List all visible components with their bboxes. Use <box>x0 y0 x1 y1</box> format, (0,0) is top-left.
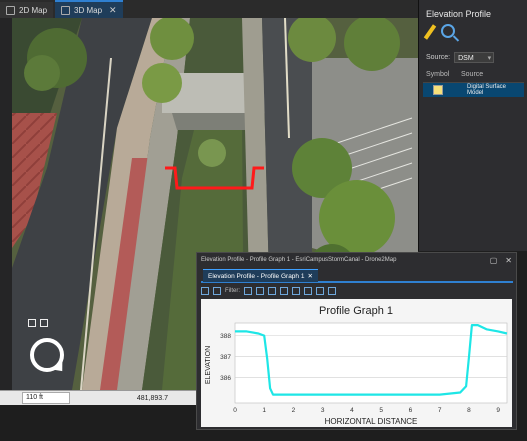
chart-title: Profile Graph 1 <box>319 305 393 317</box>
y-tick-label: 388 <box>220 333 231 340</box>
filter-label: Filter: <box>225 287 240 294</box>
source-label: Source: <box>426 54 451 61</box>
pan-icon[interactable] <box>28 319 36 327</box>
x-tick-label: 8 <box>467 407 471 414</box>
profile-graph-window: Elevation Profile - Profile Graph 1 - Es… <box>196 252 517 430</box>
plot-area <box>234 322 508 404</box>
source-name: Digital Surface Model <box>467 84 507 96</box>
restore-icon[interactable]: ▢ <box>490 256 498 265</box>
symbol-swatch <box>433 85 443 95</box>
tab-close-icon[interactable]: ✕ <box>307 272 312 280</box>
chart-ylabel: ELEVATION <box>205 346 212 384</box>
coordinate-readout: 481,893.7 <box>136 394 168 402</box>
profile-toolbar: Filter: <box>201 284 513 297</box>
tab-2d-map[interactable]: 2D Map <box>0 2 54 18</box>
filter-extent-icon[interactable] <box>256 286 264 295</box>
x-tick-label: 3 <box>321 407 325 414</box>
profile-window-titlebar[interactable]: Elevation Profile - Profile Graph 1 - Es… <box>197 253 516 267</box>
x-tick-label: 6 <box>409 407 413 414</box>
tab-2d-map-label: 2D Map <box>19 5 48 15</box>
chart-properties-icon[interactable] <box>201 286 209 295</box>
x-tick-label: 1 <box>262 407 266 414</box>
profile-chart-svg: Profile Graph 1 ELEVATION HORIZONTAL DIS… <box>205 305 508 426</box>
source-dropdown[interactable]: DSM <box>454 52 495 64</box>
tab-profile-graph[interactable]: Elevation Profile - Profile Graph 1 ✕ <box>203 269 318 282</box>
x-tick-label: 4 <box>350 407 354 414</box>
elevation-profile-pane: Elevation Profile Source: DSM Symbol Sou… <box>418 0 527 251</box>
map-icon <box>6 5 15 15</box>
source-table-row[interactable]: Digital Surface Model <box>423 83 524 97</box>
fullscreen-icon[interactable] <box>328 286 336 295</box>
y-tick-label: 386 <box>220 375 231 382</box>
table-icon[interactable] <box>268 286 276 295</box>
symbol-column-header: Symbol <box>426 71 450 78</box>
magnify-icon[interactable] <box>441 24 455 38</box>
x-tick-label: 2 <box>292 407 296 414</box>
profile-chart[interactable]: Profile Graph 1 ELEVATION HORIZONTAL DIS… <box>201 299 512 427</box>
chart-xlabel: HORIZONTAL DISTANCE <box>325 417 418 426</box>
y-tick-label: 387 <box>220 354 231 361</box>
tab-3d-map-label: 3D Map <box>74 5 103 15</box>
navigator-wheel-icon[interactable] <box>30 338 64 372</box>
close-icon[interactable]: ✕ <box>505 256 512 265</box>
copy-icon[interactable] <box>280 286 288 295</box>
map-tab-strip: 2D Map 3D Map ✕ <box>0 0 418 19</box>
globe-icon <box>61 5 71 15</box>
zoom-icon[interactable] <box>40 319 48 327</box>
export-icon[interactable] <box>304 286 312 295</box>
filter-selection-icon[interactable] <box>244 286 252 295</box>
pane-title: Elevation Profile <box>426 9 492 19</box>
search-icon[interactable] <box>316 286 324 295</box>
pencil-icon[interactable] <box>423 24 437 40</box>
x-tick-label: 0 <box>233 407 237 414</box>
stop-icon[interactable] <box>292 286 300 295</box>
tab-3d-map[interactable]: 3D Map ✕ <box>55 0 123 18</box>
navigator-controls[interactable] <box>28 319 48 327</box>
tab-close-icon[interactable]: ✕ <box>109 5 117 16</box>
source-table-header: Symbol Source <box>423 71 524 83</box>
scale-selector[interactable]: 110 ft <box>22 392 70 404</box>
chart-type-icon[interactable] <box>213 286 221 295</box>
profile-window-title: Elevation Profile - Profile Graph 1 - Es… <box>201 257 397 263</box>
source-column-header: Source <box>461 71 484 78</box>
profile-tab-label: Elevation Profile - Profile Graph 1 <box>208 272 305 280</box>
profile-tab-strip: Elevation Profile - Profile Graph 1 ✕ <box>201 269 513 283</box>
x-tick-label: 7 <box>438 407 442 414</box>
left-gutter <box>0 18 12 390</box>
x-tick-label: 5 <box>379 407 383 414</box>
x-tick-label: 9 <box>496 407 500 414</box>
